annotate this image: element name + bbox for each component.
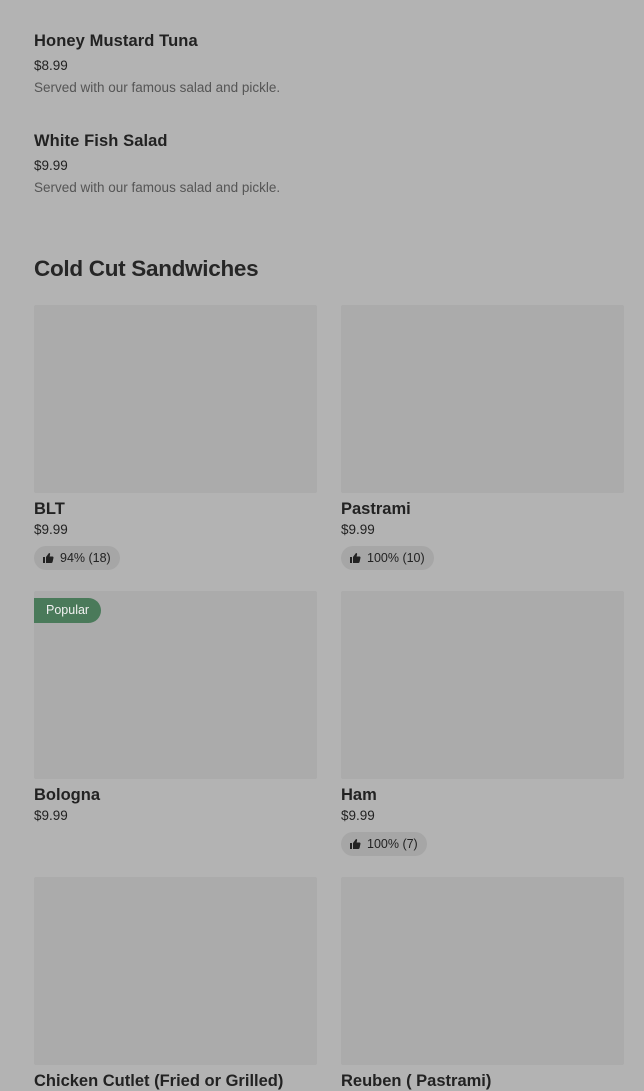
menu-item-white-fish-salad[interactable]: White Fish Salad $9.99 Served with our f… [34,132,614,195]
thumbs-up-icon [43,553,54,563]
rating-text: 94% (18) [60,551,111,565]
menu-card-reuben[interactable]: Reuben ( Pastrami) [341,877,624,1091]
rating-text: 100% (10) [367,551,425,565]
item-image [34,305,317,493]
menu-item-price: $9.99 [34,158,68,173]
card-price: $9.99 [341,808,375,823]
item-image [34,877,317,1065]
scrolled-content-edge [0,0,644,6]
menu-card-bologna[interactable]: Popular Bologna $9.99 [34,591,317,824]
menu-item-price: $8.99 [34,58,68,73]
menu-card-chicken-cutlet[interactable]: Chicken Cutlet (Fried or Grilled) [34,877,317,1091]
item-image [341,305,624,493]
section-title: Cold Cut Sandwiches [34,256,259,281]
popular-badge: Popular [34,598,102,623]
card-name: Chicken Cutlet (Fried or Grilled) [34,1072,284,1090]
rating-text: 100% (7) [367,837,418,851]
card-price: $9.99 [341,522,375,537]
menu-item-honey-mustard-tuna[interactable]: Honey Mustard Tuna $8.99 Served with our… [34,32,614,95]
menu-item-description: Served with our famous salad and pickle. [34,180,281,195]
card-name: Reuben ( Pastrami) [341,1072,492,1090]
menu-card-ham[interactable]: Ham $9.99 100% (7) [341,591,624,856]
item-image [341,591,624,779]
card-price: $9.99 [34,522,68,537]
rating-badge: 94% (18) [34,546,120,570]
menu-item-name: White Fish Salad [34,132,168,150]
menu-card-blt[interactable]: BLT $9.99 94% (18) [34,305,317,570]
card-price: $9.99 [34,808,68,823]
thumbs-up-icon [350,839,361,849]
card-name: BLT [34,500,65,518]
menu-card-pastrami[interactable]: Pastrami $9.99 100% (10) [341,305,624,570]
card-name: Pastrami [341,500,411,518]
card-name: Bologna [34,786,100,804]
menu-item-description: Served with our famous salad and pickle. [34,80,281,95]
item-image [341,877,624,1065]
thumbs-up-icon [350,553,361,563]
rating-badge: 100% (10) [341,546,434,570]
card-name: Ham [341,786,377,804]
rating-badge: 100% (7) [341,832,427,856]
menu-item-name: Honey Mustard Tuna [34,32,198,50]
item-image: Popular [34,591,317,779]
